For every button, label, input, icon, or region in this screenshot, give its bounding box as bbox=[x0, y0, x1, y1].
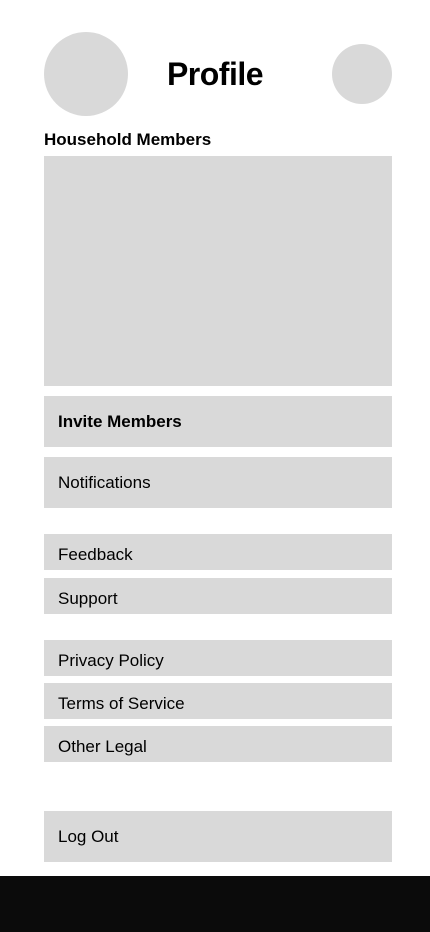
support-label: Support bbox=[58, 589, 118, 608]
other-legal-label: Other Legal bbox=[58, 737, 147, 756]
feedback-item[interactable]: Feedback bbox=[44, 534, 392, 570]
log-out-button[interactable]: Log Out bbox=[44, 811, 392, 862]
header-action-button[interactable] bbox=[332, 44, 392, 104]
notifications-label: Notifications bbox=[58, 472, 151, 492]
privacy-policy-item[interactable]: Privacy Policy bbox=[44, 640, 392, 676]
log-out-label: Log Out bbox=[58, 826, 119, 846]
terms-of-service-item[interactable]: Terms of Service bbox=[44, 683, 392, 719]
feedback-label: Feedback bbox=[58, 545, 133, 564]
support-item[interactable]: Support bbox=[44, 578, 392, 614]
invite-members-label: Invite Members bbox=[58, 411, 182, 431]
household-members-panel bbox=[44, 156, 392, 386]
terms-of-service-label: Terms of Service bbox=[58, 694, 185, 713]
invite-members-button[interactable]: Invite Members bbox=[44, 396, 392, 447]
other-legal-item[interactable]: Other Legal bbox=[44, 726, 392, 762]
household-members-heading: Household Members bbox=[44, 130, 212, 149]
privacy-policy-label: Privacy Policy bbox=[58, 651, 164, 670]
notifications-item[interactable]: Notifications bbox=[44, 457, 392, 508]
bottom-bar bbox=[0, 876, 430, 932]
